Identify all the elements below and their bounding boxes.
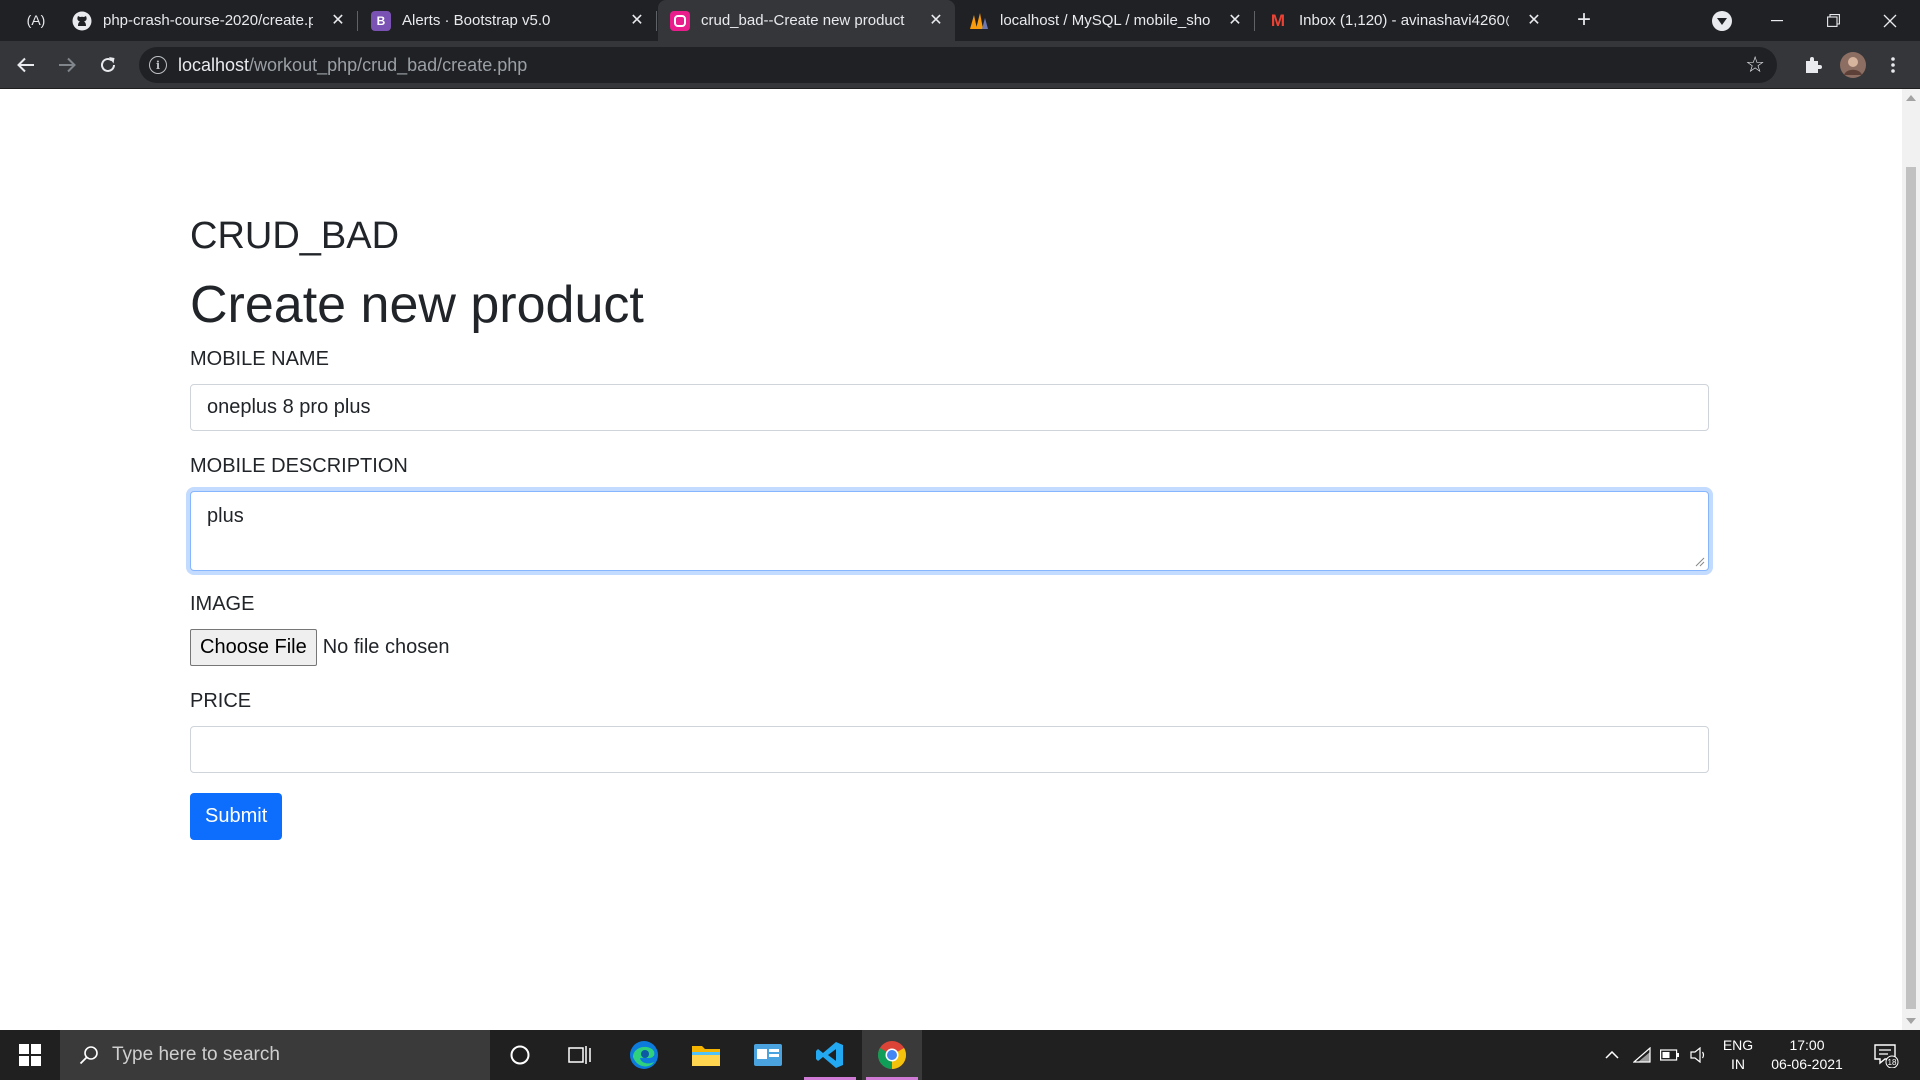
reload-icon[interactable] [92, 49, 124, 81]
network-wifi-icon[interactable] [1630, 1030, 1654, 1080]
close-tab-icon[interactable]: ✕ [1226, 11, 1244, 29]
tab-crud-bad[interactable]: crud_bad--Create new product ✕ [658, 0, 955, 41]
browser-tab-strip: (A) php-crash-course-2020/create.php ✕ B… [0, 0, 1920, 41]
tab-search-icon[interactable] [1712, 11, 1732, 31]
profile-tab-icon[interactable]: (A) [14, 8, 58, 32]
mobile-name-input[interactable]: oneplus 8 pro plus [190, 384, 1709, 431]
task-view-icon[interactable] [550, 1030, 610, 1080]
close-window-icon[interactable] [1862, 0, 1918, 41]
volume-speaker-icon[interactable] [1687, 1030, 1711, 1080]
file-status-text: No file chosen [322, 636, 450, 658]
tab-title: php-crash-course-2020/create.php [103, 12, 313, 29]
scroll-down-arrow-icon[interactable] [1906, 1018, 1916, 1024]
back-arrow-icon[interactable] [10, 49, 42, 81]
url-text: localhost/workout_php/crud_bad/create.ph… [178, 55, 527, 76]
tab-title: Alerts · Bootstrap v5.0 [402, 12, 551, 29]
url-host: localhost [178, 55, 250, 75]
mobile-description-value: plus [207, 505, 244, 527]
submit-button[interactable]: Submit [190, 793, 283, 840]
scrollbar-thumb[interactable] [1906, 167, 1916, 1009]
resize-grip-icon[interactable] [1695, 557, 1705, 567]
search-icon [76, 1042, 102, 1068]
price-label: PRICE [190, 690, 252, 712]
tab-title: crud_bad--Create new product [701, 12, 905, 29]
minimize-window-icon[interactable] [1749, 0, 1805, 41]
file-explorer-icon[interactable] [676, 1030, 736, 1080]
choose-file-button[interactable]: Choose File [190, 629, 317, 666]
edge-browser-icon[interactable] [614, 1030, 674, 1080]
page-viewport: CRUD_BAD Create new product MOBILE NAME … [0, 89, 1902, 1030]
page-icon [670, 10, 690, 31]
image-file-input: Choose File No file chosen [190, 629, 449, 666]
mobile-name-label: MOBILE NAME [190, 348, 329, 370]
clock-date: 06-06-2021 [1771, 1056, 1843, 1072]
site-brand: CRUD_BAD [190, 215, 400, 257]
close-tab-icon[interactable]: ✕ [1525, 11, 1543, 29]
tab-title: localhost / MySQL / mobile_shop [1000, 12, 1210, 29]
scroll-up-arrow-icon[interactable] [1906, 95, 1916, 101]
new-tab-button[interactable]: + [1570, 6, 1598, 34]
close-tab-icon[interactable]: ✕ [628, 11, 646, 29]
browser-toolbar: i localhost/workout_php/crud_bad/create.… [0, 41, 1920, 89]
bootstrap-icon: B [371, 10, 391, 31]
extensions-puzzle-icon[interactable] [1797, 49, 1829, 81]
chrome-menu-icon[interactable] [1877, 49, 1909, 81]
tab-phpmyadmin[interactable]: localhost / MySQL / mobile_shop ✕ [957, 0, 1255, 41]
show-hidden-icons-chevron-icon[interactable] [1600, 1030, 1624, 1080]
chrome-taskbar-icon[interactable] [862, 1030, 922, 1080]
bookmark-star-icon[interactable]: ☆ [1745, 52, 1765, 78]
taskbar-clock[interactable]: 17:00 06-06-2021 [1764, 1030, 1850, 1080]
site-info-icon[interactable]: i [149, 56, 167, 74]
language-text: ENG [1722, 1037, 1754, 1053]
profile-avatar[interactable] [1837, 49, 1869, 81]
tab-title: Inbox (1,120) - avinashavi4260@gmail.com [1299, 12, 1509, 29]
mobile-description-textarea[interactable]: plus [190, 491, 1709, 571]
page-title: Create new product [190, 276, 644, 334]
action-center-icon[interactable]: 18 [1864, 1030, 1908, 1080]
close-tab-icon[interactable]: ✕ [927, 11, 945, 29]
region-text: IN [1731, 1056, 1745, 1072]
price-input[interactable] [190, 726, 1709, 773]
battery-icon[interactable] [1658, 1030, 1682, 1080]
restore-window-icon[interactable] [1805, 0, 1861, 41]
url-path: /workout_php/crud_bad/create.php [249, 55, 528, 75]
forward-arrow-icon[interactable] [51, 49, 83, 81]
input-language-indicator[interactable]: ENG IN [1718, 1030, 1758, 1080]
image-label: IMAGE [190, 593, 255, 615]
cortana-icon[interactable] [490, 1030, 550, 1080]
tab-gmail-inbox[interactable]: M Inbox (1,120) - avinashavi4260@gmail.c… [1256, 0, 1553, 41]
phpmyadmin-icon [969, 11, 989, 31]
tab-github[interactable]: php-crash-course-2020/create.php ✕ [60, 0, 358, 41]
close-tab-icon[interactable]: ✕ [329, 11, 347, 29]
mobile-description-label: MOBILE DESCRIPTION [190, 455, 408, 477]
windows-start-icon[interactable] [0, 1030, 60, 1080]
taskbar-search-placeholder: Type here to search [112, 1044, 280, 1065]
vscode-icon[interactable] [800, 1030, 860, 1080]
page-scrollbar[interactable] [1902, 89, 1920, 1030]
clock-time: 17:00 [1789, 1037, 1825, 1053]
address-bar[interactable]: i localhost/workout_php/crud_bad/create.… [139, 47, 1777, 83]
github-icon [72, 11, 92, 31]
windows-taskbar: Type here to search ENG IN 17:00 06-06-202… [0, 1030, 1920, 1080]
control-panel-icon[interactable] [738, 1030, 798, 1080]
taskbar-search-box[interactable]: Type here to search [60, 1030, 490, 1080]
gmail-icon: M [1270, 10, 1286, 30]
tab-bootstrap-alerts[interactable]: B Alerts · Bootstrap v5.0 ✕ [359, 0, 657, 41]
notification-count: 18 [1888, 1058, 1897, 1067]
